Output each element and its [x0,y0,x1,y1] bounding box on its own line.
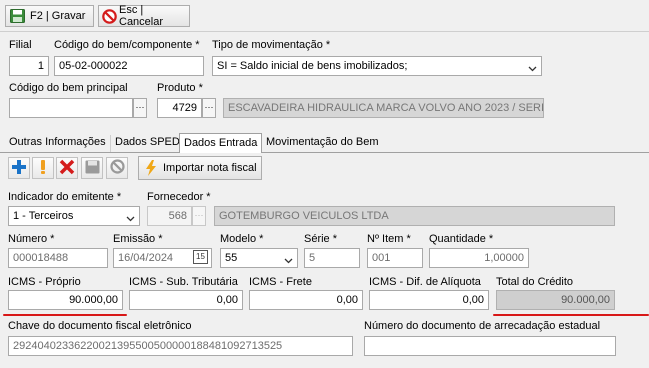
produto-lookup-button[interactable]: ··· [202,98,216,118]
chave-field[interactable]: 2924040233622002139550050000018848109271… [8,336,353,356]
lightning-icon [145,160,157,176]
icms-frete-label: ICMS - Frete [249,276,312,288]
cancel-button[interactable]: Esc | Cancelar [98,4,190,28]
item-field[interactable]: 001 [367,248,423,268]
edit-button[interactable] [32,157,54,179]
emissao-label: Emissão * [113,233,163,245]
filial-field[interactable]: 1 [9,56,49,76]
modelo-select-value: 55 [225,252,238,264]
save-item-button[interactable] [81,157,103,179]
icms-proprio-field[interactable]: 90.000,00 [8,290,123,310]
save-disabled-icon [85,160,100,177]
save-button[interactable]: F2 | Gravar [5,5,94,27]
save-icon [10,9,25,23]
serie-field[interactable]: 5 [304,248,360,268]
indicador-select[interactable]: 1 - Terceiros [8,206,140,226]
chevron-down-icon [528,61,537,75]
chevron-down-icon [126,211,135,225]
total-credito-label: Total do Crédito [496,276,574,288]
fornecedor-label: Fornecedor * [147,191,211,203]
item-label: Nº Item * [367,233,411,245]
exclamation-icon [39,159,47,178]
tab-dados-sped[interactable]: Dados SPED [111,135,185,152]
total-credito-field: 90.000,00 [496,290,615,310]
plus-icon [11,159,27,178]
tipo-label: Tipo de movimentação * [212,39,331,51]
add-button[interactable] [8,157,30,179]
icms-st-label: ICMS - Sub. Tributária [129,276,238,288]
codigo-label: Código do bem/componente * [54,39,200,51]
icms-frete-field[interactable]: 0,00 [249,290,363,310]
produto-code-field[interactable]: 4729 [157,98,202,118]
icms-dif-label: ICMS - Dif. de Alíquota [369,276,481,288]
chevron-down-icon [284,253,293,267]
cancel-item-button[interactable] [106,157,128,179]
fornecedor-code-field: 568 [147,206,192,226]
numero-field[interactable]: 000018488 [8,248,108,268]
delete-button[interactable] [56,157,78,179]
cancel-icon [102,8,117,24]
tipo-select-value: SI = Saldo inicial de bens imobilizados; [217,60,408,72]
fornecedor-name-field: GOTEMBURGO VEICULOS LTDA [214,206,615,226]
import-invoice-button[interactable]: Importar nota fiscal [138,156,262,180]
indicador-label: Indicador do emitente * [8,191,122,203]
principal-label: Código do bem principal [9,82,128,94]
import-invoice-label: Importar nota fiscal [163,162,257,174]
modelo-select[interactable]: 55 [220,248,298,268]
save-button-label: F2 | Gravar [30,10,86,22]
principal-field[interactable] [9,98,133,118]
cancel-button-label: Esc | Cancelar [119,4,164,28]
arrecadacao-field[interactable] [364,336,616,356]
indicador-select-value: 1 - Terceiros [13,210,74,222]
arrecadacao-label: Número do documento de arrecadação estad… [364,320,601,332]
icms-st-field[interactable]: 0,00 [129,290,243,310]
chave-label: Chave do documento fiscal eletrônico [8,320,192,332]
quantidade-field[interactable]: 1,00000 [429,248,529,268]
quantidade-label: Quantidade * [429,233,494,245]
tab-movimentacao-do-bem[interactable]: Movimentação do Bem [262,135,383,152]
numero-label: Número * [8,233,55,245]
icms-dif-field[interactable]: 0,00 [369,290,489,310]
highlight-underline [493,314,649,316]
codigo-field[interactable]: 05-02-000022 [54,56,204,76]
tab-outras-informacoes[interactable]: Outras Informações [5,135,111,152]
serie-label: Série * [304,233,338,245]
icms-proprio-label: ICMS - Próprio [8,276,81,288]
highlight-underline [3,314,127,316]
fornecedor-lookup-button: ··· [192,206,206,226]
calendar-icon[interactable]: 15 [193,250,208,264]
tab-dados-entrada[interactable]: Dados Entrada [179,133,263,153]
tipo-select[interactable]: SI = Saldo inicial de bens imobilizados; [212,56,542,76]
produto-desc-field: ESCAVADEIRA HIDRAULICA MARCA VOLVO ANO 2… [223,98,544,118]
filial-label: Filial [9,39,32,51]
principal-lookup-button[interactable]: ··· [133,98,147,118]
toolbar-divider [0,31,649,32]
produto-label: Produto * [157,82,203,94]
modelo-label: Modelo * [220,233,264,245]
block-disabled-icon [109,159,125,177]
close-icon [59,159,75,178]
